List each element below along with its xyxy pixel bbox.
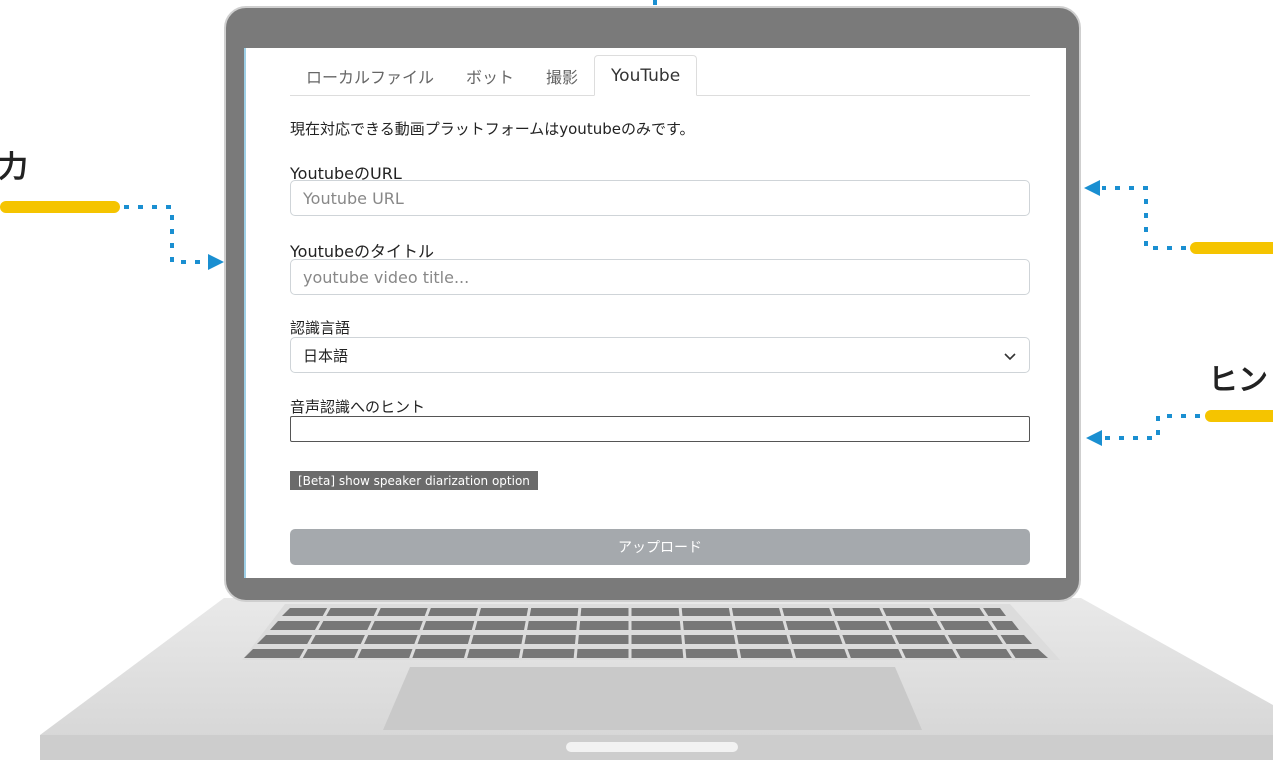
speaker-diarization-button[interactable]: [Beta] show speaker diarization option — [290, 471, 538, 490]
screen: ローカルファイル ボット 撮影 YouTube 現在対応できる動画プラットフォー… — [244, 48, 1066, 578]
speech-hint-input[interactable] — [290, 416, 1030, 442]
language-label: 認識言語 — [290, 319, 351, 337]
language-select[interactable]: 日本語 — [290, 337, 1030, 373]
tab-capture[interactable]: 撮影 — [530, 56, 594, 95]
hint-label: 音声認識へのヒント — [290, 398, 426, 416]
trackpad — [383, 667, 922, 730]
upload-button[interactable]: アップロード — [290, 529, 1030, 565]
youtube-url-input[interactable] — [290, 180, 1030, 216]
chevron-down-icon — [1004, 353, 1016, 361]
tab-youtube[interactable]: YouTube — [594, 55, 698, 96]
platform-info-text: 現在対応できる動画プラットフォームはyoutubeのみです。 — [290, 120, 695, 138]
youtube-title-input[interactable] — [290, 259, 1030, 295]
language-select-value: 日本語 — [303, 346, 349, 365]
tab-bar: ローカルファイル ボット 撮影 YouTube — [290, 55, 1030, 96]
tab-bot[interactable]: ボット — [450, 56, 530, 95]
tab-local-file[interactable]: ローカルファイル — [290, 56, 450, 95]
